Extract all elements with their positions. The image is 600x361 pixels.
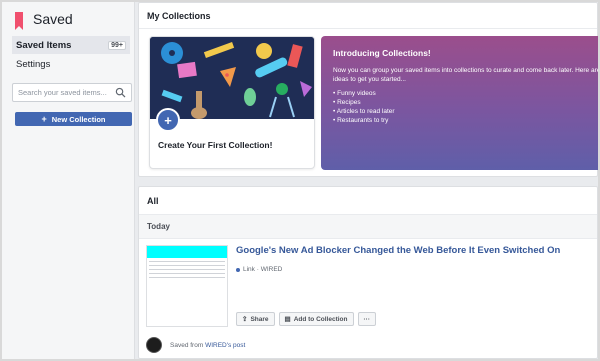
link-icon bbox=[236, 267, 240, 272]
more-icon: ··· bbox=[363, 315, 371, 323]
search-icon[interactable] bbox=[115, 87, 126, 98]
saved-from-prefix: Saved from bbox=[170, 341, 204, 349]
thumbnail-line bbox=[149, 277, 225, 278]
share-icon: ⇪ bbox=[242, 316, 248, 323]
search-input[interactable] bbox=[18, 88, 116, 97]
thumbnail-line bbox=[149, 265, 225, 266]
more-options-button[interactable]: ··· bbox=[357, 312, 376, 326]
collections-heading: My Collections bbox=[139, 3, 597, 29]
list-item: Articles to read later bbox=[333, 107, 587, 116]
collections-panel: My Collections + Create Your First Colle… bbox=[138, 2, 599, 177]
intro-body: Now you can group your saved items into … bbox=[333, 67, 599, 83]
intro-title: Introducing Collections! bbox=[333, 48, 431, 58]
create-collection-card[interactable]: + Create Your First Collection! bbox=[149, 36, 315, 169]
new-collection-button[interactable]: + New Collection bbox=[15, 112, 132, 126]
create-collection-label: Create Your First Collection! bbox=[158, 140, 273, 150]
item-thumbnail[interactable] bbox=[146, 245, 228, 327]
share-button[interactable]: ⇪ Share bbox=[236, 312, 275, 326]
new-collection-label: New Collection bbox=[51, 114, 106, 124]
date-section-label: Today bbox=[139, 215, 597, 239]
bookmark-icon bbox=[15, 12, 23, 30]
share-label: Share bbox=[250, 315, 269, 323]
page-title: Saved bbox=[33, 11, 73, 27]
saved-item-title[interactable]: Google's New Ad Blocker Changed the Web … bbox=[236, 245, 560, 256]
all-heading: All bbox=[139, 187, 597, 215]
collection-illustration bbox=[150, 37, 314, 119]
ideas-list: Funny videos Recipes Articles to read la… bbox=[333, 89, 587, 125]
thumbnail-line bbox=[149, 273, 225, 274]
sidebar-item-label: Settings bbox=[16, 58, 51, 70]
thumbnail-line bbox=[149, 269, 225, 270]
add-to-collection-label: Add to Collection bbox=[293, 315, 348, 323]
all-items-panel: All Today Google's New Ad Blocker Change… bbox=[138, 186, 598, 359]
sidebar-item-saved-items[interactable]: Saved Items 99+ bbox=[12, 36, 130, 54]
search-box bbox=[12, 83, 132, 102]
collection-icon: ▤ bbox=[284, 316, 291, 323]
add-collection-icon[interactable]: + bbox=[156, 108, 180, 132]
saved-item-meta: Link · WIRED bbox=[236, 266, 282, 273]
sidebar: Saved Saved Items 99+ Settings + New Col… bbox=[2, 2, 135, 359]
sidebar-item-label: Saved Items bbox=[16, 39, 72, 51]
sidebar-item-settings[interactable]: Settings bbox=[12, 55, 130, 73]
plus-icon: + bbox=[41, 114, 47, 124]
intro-collections-card: Introducing Collections! Now you can gro… bbox=[321, 36, 599, 170]
thumbnail-banner bbox=[147, 246, 227, 258]
meta-text: Link · WIRED bbox=[243, 266, 283, 273]
saved-from-row: Saved from WIRED's post bbox=[146, 337, 245, 353]
list-item: Recipes bbox=[333, 98, 587, 107]
list-item: Restaurants to try bbox=[333, 116, 587, 125]
source-post-link[interactable]: WIRED's post bbox=[205, 342, 245, 349]
count-badge: 99+ bbox=[108, 40, 126, 50]
saved-from-text: Saved from WIRED's post bbox=[170, 342, 245, 349]
list-item: Funny videos bbox=[333, 89, 587, 98]
avatar[interactable] bbox=[146, 337, 162, 353]
item-actions: ⇪ Share ▤ Add to Collection ··· bbox=[236, 312, 376, 326]
add-to-collection-button[interactable]: ▤ Add to Collection bbox=[278, 312, 354, 326]
brand: Saved bbox=[15, 8, 73, 30]
thumbnail-line bbox=[149, 261, 225, 262]
